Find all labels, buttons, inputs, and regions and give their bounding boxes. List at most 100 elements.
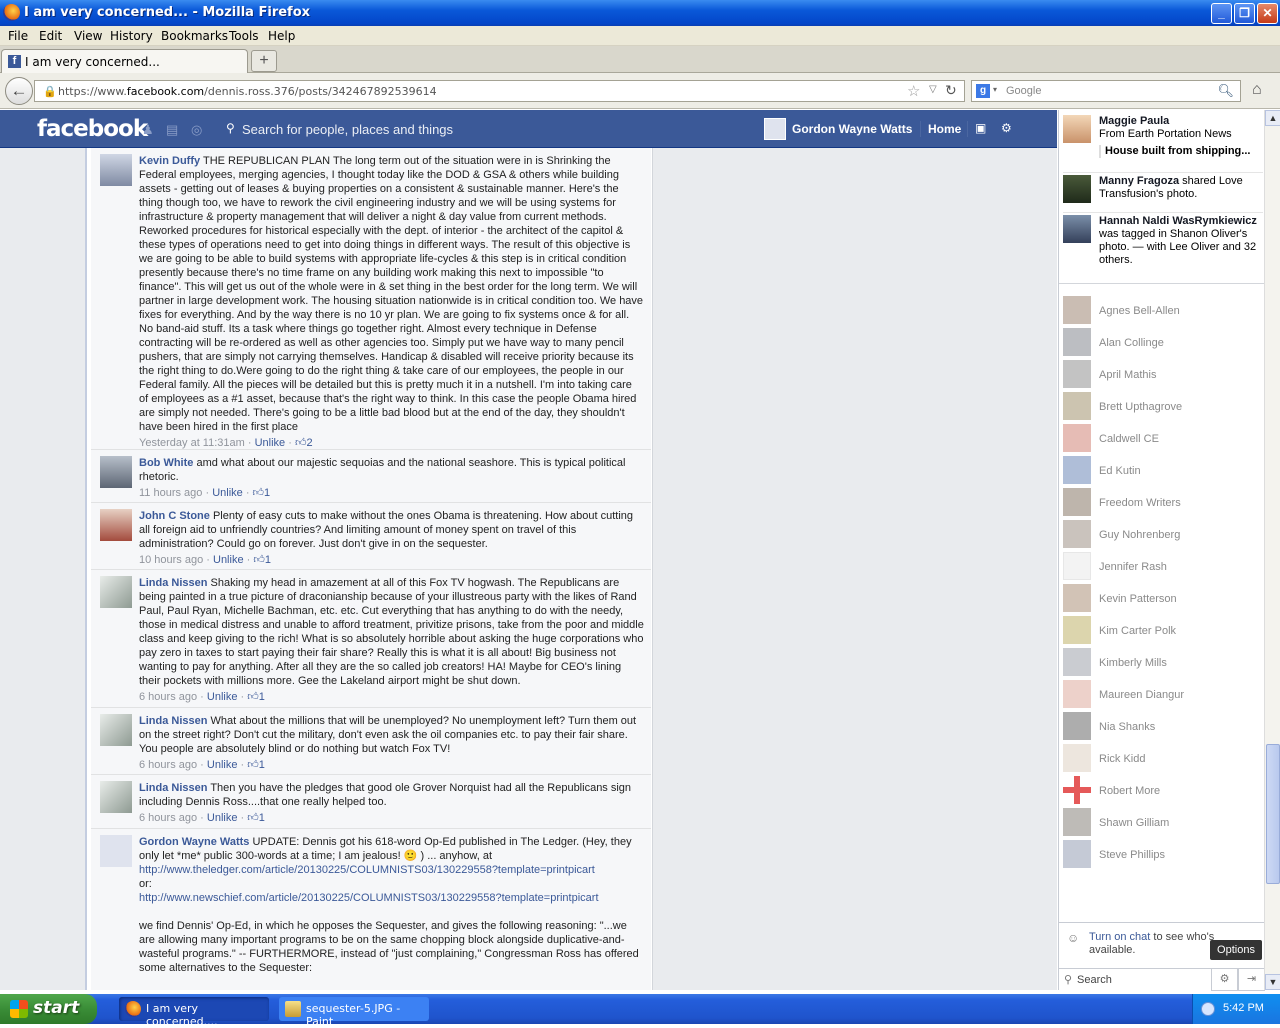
menu-bookmarks[interactable]: Bookmarks	[161, 29, 228, 43]
close-button[interactable]: ✕	[1257, 3, 1278, 24]
unlike-link[interactable]: Unlike	[207, 691, 238, 703]
comment-time[interactable]: 10 hours ago	[139, 554, 203, 566]
like-count[interactable]: 👍︎2	[295, 437, 313, 449]
unlike-link[interactable]: Unlike	[212, 487, 243, 499]
menu-file[interactable]: File	[8, 29, 28, 43]
like-count[interactable]: 👍︎1	[247, 759, 265, 771]
chat-friend[interactable]: Robert More	[1063, 776, 1263, 806]
chat-friend[interactable]: Steve Phillips	[1063, 840, 1263, 870]
unlike-link[interactable]: Unlike	[207, 812, 238, 824]
comment-time[interactable]: 6 hours ago	[139, 759, 197, 771]
comment-author[interactable]: Linda Nissen	[139, 715, 207, 727]
chat-friend[interactable]: Kimberly Mills	[1063, 648, 1263, 678]
user-name-link[interactable]: Gordon Wayne Watts	[792, 122, 912, 136]
chat-options-gear-icon[interactable]: ⚙	[1211, 968, 1238, 991]
url-dropdown-icon[interactable]: ▽	[929, 84, 937, 95]
ticker-item[interactable]: Hannah Naldi WasRymkiewicz was tagged in…	[1063, 212, 1263, 280]
comment-author[interactable]: Linda Nissen	[139, 577, 207, 589]
reload-icon[interactable]: ↻	[945, 82, 957, 99]
commenter-avatar[interactable]	[100, 714, 132, 746]
window-title: I am very concerned... - Mozilla Firefox	[24, 5, 311, 20]
commenter-avatar[interactable]	[100, 781, 132, 813]
chat-friend[interactable]: Kim Carter Polk	[1063, 616, 1263, 646]
commenter-avatar[interactable]	[100, 576, 132, 608]
unlike-link[interactable]: Unlike	[207, 759, 238, 771]
start-button[interactable]: start	[0, 994, 97, 1024]
newschief-link[interactable]: http://www.newschief.com/article/2013022…	[139, 891, 644, 905]
comment-author[interactable]: Gordon Wayne Watts	[139, 836, 249, 848]
comment-author[interactable]: John C Stone	[139, 510, 210, 522]
comment-author[interactable]: Bob White	[139, 457, 193, 469]
chat-friend[interactable]: Agnes Bell-Allen	[1063, 296, 1263, 326]
account-settings-gear-icon[interactable]: ⚙	[1001, 121, 1012, 135]
like-count[interactable]: 👍︎1	[253, 554, 271, 566]
google-icon[interactable]: g	[976, 84, 990, 98]
taskbar-item-paint[interactable]: sequester-5.JPG - Paint	[279, 997, 429, 1028]
chat-popout-icon[interactable]: ⇥	[1238, 968, 1265, 991]
ticker-item[interactable]: Maggie Paula From Earth Portation News H…	[1063, 115, 1263, 167]
home-link[interactable]: Home	[928, 122, 961, 136]
comment-time[interactable]: 6 hours ago	[139, 812, 197, 824]
scroll-up-arrow-icon[interactable]: ▲	[1265, 110, 1280, 126]
chat-friend[interactable]: April Mathis	[1063, 360, 1263, 390]
chat-friend[interactable]: Freedom Writers	[1063, 488, 1263, 518]
facebook-logo[interactable]: facebook	[37, 116, 148, 142]
back-button[interactable]: ←	[5, 77, 33, 105]
commenter-avatar[interactable]	[100, 456, 132, 488]
maximize-button[interactable]: ❐	[1234, 3, 1255, 24]
notifications-globe-icon[interactable]: ◎	[191, 122, 205, 137]
chat-friend[interactable]: Maureen Diangur	[1063, 680, 1263, 710]
comment-author[interactable]: Kevin Duffy	[139, 155, 200, 167]
minimize-button[interactable]: _	[1211, 3, 1232, 24]
comment-time[interactable]: 6 hours ago	[139, 691, 197, 703]
vertical-scrollbar[interactable]: ▲ ▼	[1264, 110, 1280, 990]
ticker-item[interactable]: Manny Fragoza shared Love Transfusion's …	[1063, 172, 1263, 210]
chat-friend[interactable]: Jennifer Rash	[1063, 552, 1263, 582]
url-bar[interactable]: 🔒 https://www.facebook.com/dennis.ross.3…	[34, 80, 965, 102]
tab-active[interactable]: f I am very concerned...	[1, 49, 248, 73]
ledger-link[interactable]: http://www.theledger.com/article/2013022…	[139, 863, 644, 877]
comment-time[interactable]: Yesterday at 11:31am	[139, 437, 245, 449]
menu-view[interactable]: View	[74, 29, 102, 43]
friend-requests-icon[interactable]: ♟	[142, 122, 156, 137]
magnifier-icon[interactable]: 🔍︎	[1217, 83, 1234, 99]
taskbar-item-firefox[interactable]: I am very concerned....	[119, 997, 269, 1028]
user-avatar[interactable]	[764, 118, 786, 140]
scroll-down-arrow-icon[interactable]: ▼	[1265, 974, 1280, 990]
commenter-avatar[interactable]	[100, 509, 132, 541]
home-icon[interactable]: ⌂	[1252, 81, 1262, 99]
chat-friend[interactable]: Alan Collinge	[1063, 328, 1263, 358]
privacy-shortcuts-icon[interactable]: ▣	[975, 121, 986, 135]
chat-search-input[interactable]: ⚲ Search	[1059, 968, 1211, 991]
chat-friend[interactable]: Brett Upthagrove	[1063, 392, 1263, 422]
chat-friend[interactable]: Ed Kutin	[1063, 456, 1263, 486]
chat-friend[interactable]: Kevin Patterson	[1063, 584, 1263, 614]
messages-icon[interactable]: ▤	[166, 122, 180, 137]
menu-tools[interactable]: Tools	[229, 29, 259, 43]
comment-time[interactable]: 11 hours ago	[139, 487, 202, 499]
comment-author[interactable]: Linda Nissen	[139, 782, 207, 794]
commenter-avatar[interactable]	[100, 154, 132, 186]
search-engine-box[interactable]: g ▾ Google 🔍︎	[971, 80, 1241, 102]
engine-dropdown-icon[interactable]: ▾	[993, 85, 997, 94]
unlike-link[interactable]: Unlike	[255, 437, 286, 449]
tray-icon[interactable]	[1201, 1002, 1215, 1016]
menu-history[interactable]: History	[110, 29, 153, 43]
fb-search-input[interactable]: Search for people, places and things	[242, 122, 453, 137]
menu-help[interactable]: Help	[268, 29, 295, 43]
unlike-link[interactable]: Unlike	[213, 554, 244, 566]
like-count[interactable]: 👍︎1	[253, 487, 271, 499]
like-count[interactable]: 👍︎1	[247, 691, 265, 703]
chat-friend[interactable]: Rick Kidd	[1063, 744, 1263, 774]
chat-friend[interactable]: Shawn Gilliam	[1063, 808, 1263, 838]
new-tab-button[interactable]: +	[251, 50, 277, 72]
turn-on-chat-link[interactable]: Turn on chat	[1089, 931, 1150, 943]
chat-friend[interactable]: Caldwell CE	[1063, 424, 1263, 454]
scrollbar-thumb[interactable]	[1266, 744, 1280, 884]
like-count[interactable]: 👍︎1	[247, 812, 265, 824]
chat-friend[interactable]: Nia Shanks	[1063, 712, 1263, 742]
bookmark-star-icon[interactable]: ☆	[907, 82, 920, 100]
menu-edit[interactable]: Edit	[39, 29, 62, 43]
chat-friend[interactable]: Guy Nohrenberg	[1063, 520, 1263, 550]
commenter-avatar[interactable]	[100, 835, 132, 867]
